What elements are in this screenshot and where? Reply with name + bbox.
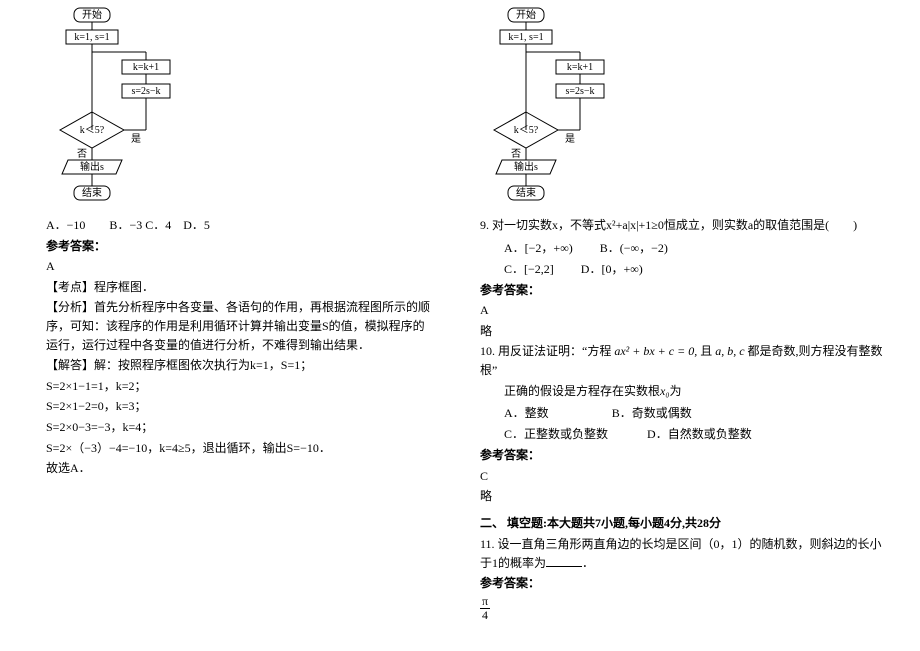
section-2-title: 二、 填空题:本大题共7小题,每小题4分,共28分 <box>480 514 892 531</box>
svg-text:s=2s−k: s=2s−k <box>565 86 594 97</box>
svg-text:k=k+1: k=k+1 <box>133 62 159 73</box>
svg-text:k=1, s=1: k=1, s=1 <box>508 32 543 43</box>
fenxi: 【分析】首先分析程序中各变量、各语句的作用，再根据流程图所示的顺序，可知：该程序… <box>46 298 432 354</box>
q10-answer: C <box>480 467 892 486</box>
q10-abc: a, b, c <box>715 344 744 358</box>
q11-answer: π 4 <box>480 595 892 622</box>
svg-text:否: 否 <box>511 148 521 160</box>
q9-d: D．[0，+∞) <box>581 262 643 276</box>
kd-text: 程序框图． <box>94 280 154 294</box>
numerator: π <box>480 595 490 609</box>
svg-text:输出s: 输出s <box>80 160 104 173</box>
svg-text:输出s: 输出s <box>514 160 538 173</box>
flowchart-left: 开始 k=1, s=1 k=k+1 s=2s−k k＜5? 是 否 输出s 结束 <box>46 4 432 214</box>
q-options: A．−10 B．−3 C．4 D．5 <box>46 216 432 235</box>
right-column: 开始 k=1, s=1 k=k+1 s=2s−k k＜5? 是 否 输出s 结束… <box>460 0 920 651</box>
kd-label: 【考点】 <box>46 280 94 294</box>
q10-note: 略 <box>480 487 892 506</box>
left-column: 开始 k=1, s=1 k=k+1 s=2s−k k＜5? 是 否 输出s 结束… <box>0 0 460 651</box>
q10-options: A．整数 B．奇数或偶数 <box>504 404 892 421</box>
answer-label: 参考答案： <box>480 446 892 465</box>
q10-mid: 且 <box>697 344 715 358</box>
q10-b: B．奇数或偶数 <box>612 406 692 420</box>
answer-label: 参考答案： <box>46 237 432 256</box>
flowchart-svg: 开始 k=1, s=1 k=k+1 s=2s−k k＜5? 是 否 输出s 结束 <box>46 4 196 214</box>
q9-note: 略 <box>480 322 892 341</box>
svg-text:k=k+1: k=k+1 <box>567 62 593 73</box>
q11-tail: ． <box>582 556 594 570</box>
svg-text:结束: 结束 <box>516 186 536 199</box>
jd-label: 【解答】 <box>46 358 94 372</box>
svg-text:k=1, s=1: k=1, s=1 <box>74 32 109 43</box>
q11-text: 11. 设一直角三角形两直角边的长均是区间（0，1）的随机数，则斜边的长小于1的… <box>480 537 882 570</box>
svg-text:k＜5?: k＜5? <box>80 125 105 136</box>
q9-options-2: C．[−2,2] D．[0，+∞) <box>504 260 892 277</box>
q10-assume: 正确的假设是方程存在实数根x₀为 <box>480 382 892 401</box>
q9-options: A．[−2，+∞) B．(−∞，−2) <box>504 239 892 256</box>
svg-text:是: 是 <box>565 133 575 145</box>
answer-value: A <box>46 257 432 276</box>
step-2: S=2×1−2=0，k=3； <box>46 397 432 416</box>
q10-pre: 10. 用反证法证明：“方程 <box>480 344 614 358</box>
q9-b: B．(−∞，−2) <box>600 241 668 255</box>
svg-text:是: 是 <box>131 133 141 145</box>
fx-label: 【分析】 <box>46 300 94 314</box>
answer-label: 参考答案： <box>480 281 892 300</box>
svg-text:k＜5?: k＜5? <box>514 125 539 136</box>
q9-stem: 9. 对一切实数x，不等式x²+a|x|+1≥0恒成立，则实数a的取值范围是( … <box>480 216 892 235</box>
q10-a: A．整数 <box>504 406 549 420</box>
blank <box>546 556 582 567</box>
step-1: S=2×1−1=1，k=2； <box>46 377 432 396</box>
q9-c: C．[−2,2] <box>504 262 554 276</box>
answer-label: 参考答案： <box>480 574 892 593</box>
denominator: 4 <box>480 609 490 622</box>
svg-text:结束: 结束 <box>82 186 102 199</box>
q10-c: C．正整数或负整数 <box>504 427 608 441</box>
flowchart-right: 开始 k=1, s=1 k=k+1 s=2s−k k＜5? 是 否 输出s 结束 <box>480 4 892 214</box>
fx-text: 首先分析程序中各变量、各语句的作用，再根据流程图所示的顺序，可知：该程序的作用是… <box>46 300 430 351</box>
svg-text:开始: 开始 <box>516 8 536 21</box>
jieda: 【解答】解：按照程序框图依次执行为k=1，S=1； <box>46 356 432 375</box>
kaodian: 【考点】程序框图． <box>46 278 432 297</box>
step-5: 故选A． <box>46 459 432 478</box>
page: 开始 k=1, s=1 k=k+1 s=2s−k k＜5? 是 否 输出s 结束… <box>0 0 920 651</box>
q11-stem: 11. 设一直角三角形两直角边的长均是区间（0，1）的随机数，则斜边的长小于1的… <box>480 535 892 572</box>
svg-text:开始: 开始 <box>82 8 102 21</box>
q10-assume-text: 正确的假设是方程存在实数根 <box>504 384 660 398</box>
q9-a: A．[−2，+∞) <box>504 241 573 255</box>
q10-x0: x₀ <box>660 384 670 398</box>
step-3: S=2×0−3=−3，k=4； <box>46 418 432 437</box>
jd-text: 解：按照程序框图依次执行为k=1，S=1； <box>94 358 312 372</box>
svg-text:否: 否 <box>77 148 87 160</box>
q9-answer: A <box>480 301 892 320</box>
step-4: S=2×（−3）−4=−10，k=4≥5，退出循环，输出S=−10． <box>46 439 432 458</box>
q10-stem: 10. 用反证法证明：“方程 ax² + bx + c = 0, 且 a, b,… <box>480 342 892 379</box>
flowchart-svg: 开始 k=1, s=1 k=k+1 s=2s−k k＜5? 是 否 输出s 结束 <box>480 4 630 214</box>
svg-text:s=2s−k: s=2s−k <box>131 86 160 97</box>
q10-options-2: C．正整数或负整数 D．自然数或负整数 <box>504 425 892 442</box>
fraction: π 4 <box>480 595 490 622</box>
q10-assume-tail: 为 <box>670 384 682 398</box>
q10-eq: ax² + bx + c = 0, <box>614 344 697 358</box>
q10-d: D．自然数或负整数 <box>647 427 752 441</box>
